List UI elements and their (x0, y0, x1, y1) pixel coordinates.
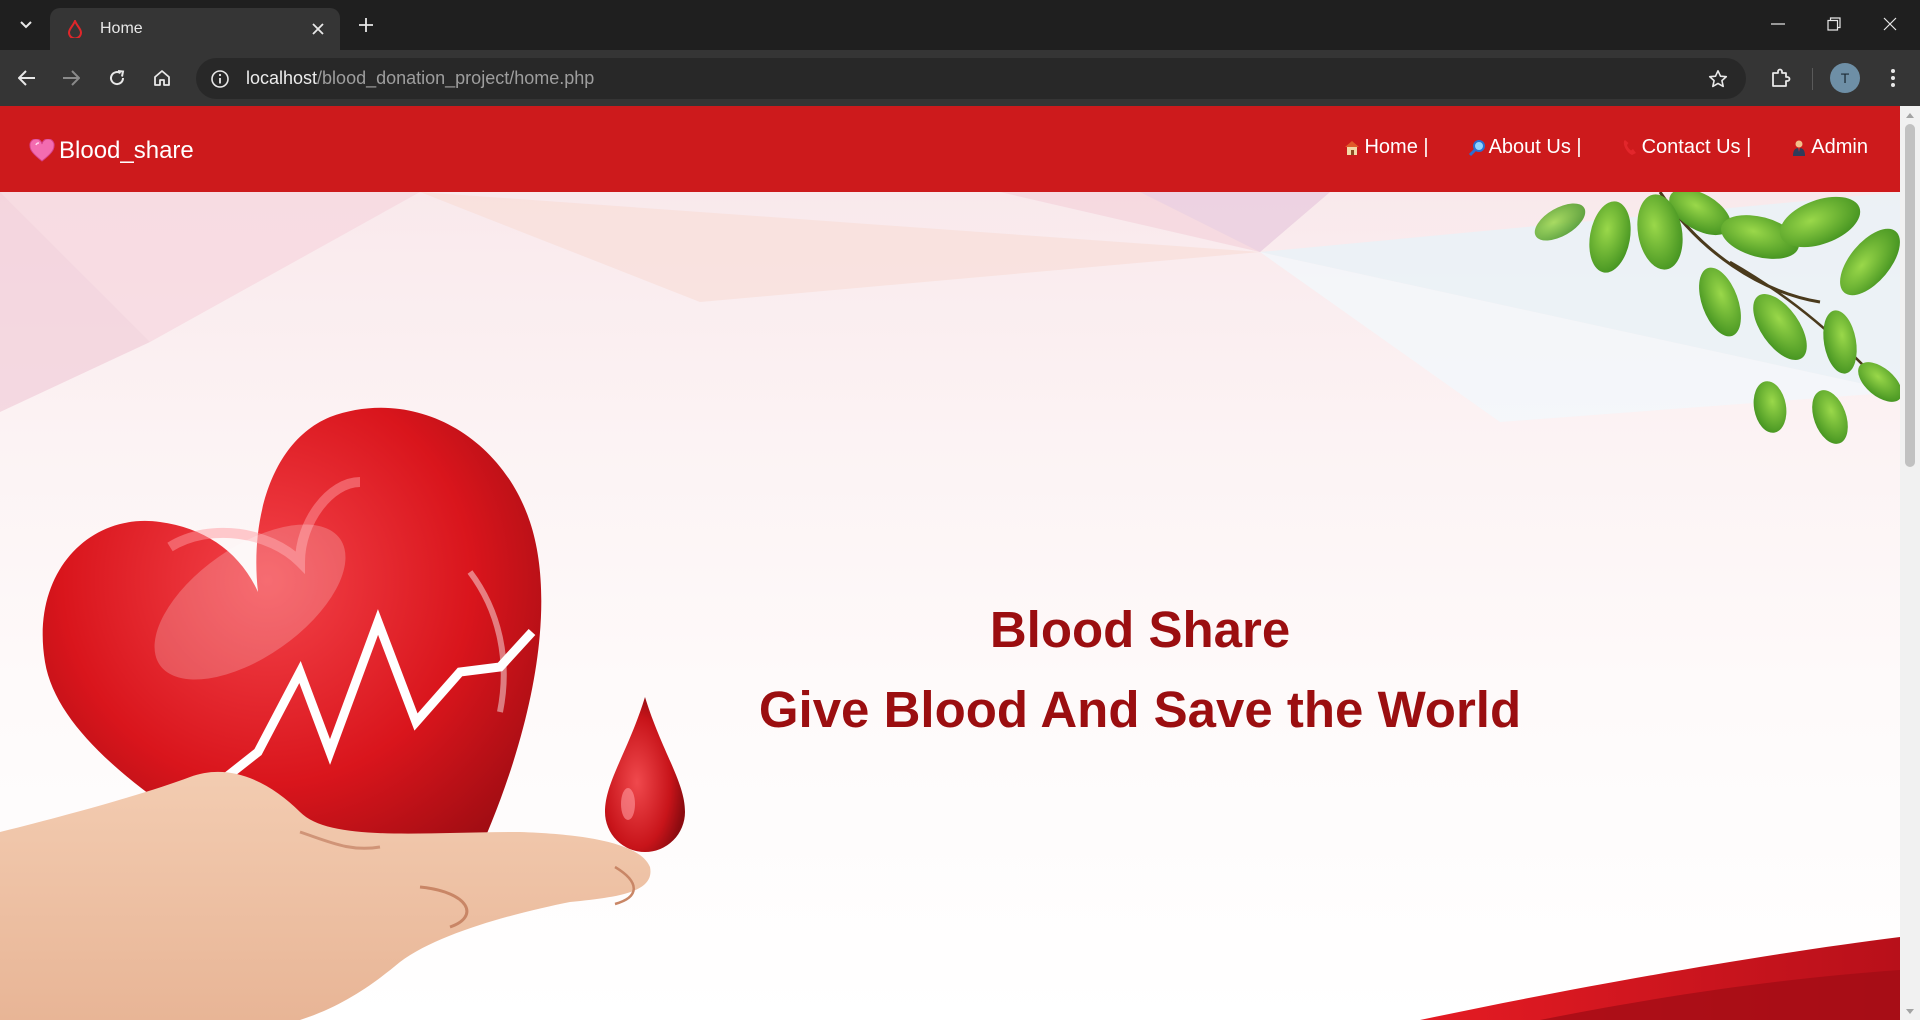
scroll-up-arrow-icon[interactable] (1904, 109, 1916, 121)
minimize-button[interactable] (1750, 0, 1806, 48)
star-icon (1708, 70, 1728, 88)
home-button[interactable] (145, 61, 179, 95)
blood-drop-illustration (605, 697, 685, 852)
forward-button[interactable] (54, 61, 88, 95)
nav-admin-link[interactable]: Admin (1789, 136, 1868, 159)
nav-admin-label: Admin (1811, 136, 1868, 158)
close-tab-icon[interactable] (306, 17, 330, 41)
site-info-button[interactable] (202, 61, 238, 97)
address-bar[interactable]: localhost/blood_donation_project/home.ph… (196, 58, 1746, 99)
browser-toolbar: localhost/blood_donation_project/home.ph… (0, 50, 1920, 106)
nav-contact-label: Contact Us | (1641, 136, 1752, 158)
telephone-icon (1620, 138, 1640, 158)
close-icon (1883, 17, 1897, 31)
site-navbar: Blood_share Home | About Us | Contact Us… (0, 106, 1900, 192)
scroll-thumb[interactable] (1905, 124, 1915, 467)
minimize-icon (1771, 23, 1785, 25)
url-path: /blood_donation_project/home.php (317, 68, 595, 88)
nav-about-link[interactable]: About Us | (1467, 136, 1582, 159)
brand-name: Blood_share (59, 137, 194, 164)
chevron-down-icon (20, 21, 32, 29)
page-scrollbar[interactable] (1900, 106, 1920, 1020)
puzzle-piece-icon (1772, 68, 1791, 87)
restore-button[interactable] (1806, 0, 1862, 48)
close-window-button[interactable] (1862, 0, 1918, 48)
browser-menu-button[interactable] (1876, 61, 1910, 95)
person-icon (1789, 138, 1809, 158)
blood-drop-icon (64, 18, 86, 40)
hero-title: Blood Share (989, 601, 1291, 658)
url-text: localhost/blood_donation_project/home.ph… (246, 68, 594, 89)
info-icon (211, 69, 229, 88)
profile-avatar[interactable]: T (1830, 63, 1860, 93)
nav-contact-link[interactable]: Contact Us | (1620, 136, 1752, 159)
bookmark-button[interactable] (1702, 63, 1734, 95)
house-icon (1342, 138, 1362, 158)
reload-icon (110, 70, 125, 86)
nav-about-label: About Us | (1488, 136, 1582, 158)
toolbar-divider (1812, 68, 1813, 90)
hero-subtitle: Give Blood And Save the World (758, 681, 1522, 738)
home-icon (154, 70, 170, 86)
browser-tab-home[interactable]: Home (50, 8, 340, 50)
page-viewport: Blood_share Home | About Us | Contact Us… (0, 106, 1920, 1020)
url-host: localhost (246, 68, 318, 88)
nav-menu: Home | About Us | Contact Us | Admin (1304, 136, 1868, 159)
reload-button[interactable] (100, 61, 134, 95)
scroll-down-arrow-icon[interactable] (1904, 1005, 1916, 1017)
tab-title: Home (100, 20, 143, 37)
arrow-left-icon (18, 70, 35, 86)
sparkling-heart-icon (29, 139, 55, 162)
restore-icon (1827, 17, 1841, 31)
nav-home-link[interactable]: Home | (1342, 136, 1429, 159)
hero-banner: Blood Share Give Blood And Save the Worl… (0, 192, 1900, 1020)
new-tab-button[interactable] (352, 12, 380, 38)
tab-search-button[interactable] (12, 12, 40, 38)
browser-tab-bar: Home (0, 0, 1920, 50)
back-button[interactable] (10, 61, 44, 95)
more-vertical-icon (1891, 69, 1895, 87)
extensions-button[interactable] (1764, 61, 1798, 95)
arrow-right-icon (63, 70, 80, 86)
magnifier-icon (1467, 138, 1487, 158)
plus-icon (359, 18, 373, 32)
brand-link[interactable]: Blood_share (29, 137, 194, 165)
nav-home-label: Home | (1364, 136, 1429, 158)
